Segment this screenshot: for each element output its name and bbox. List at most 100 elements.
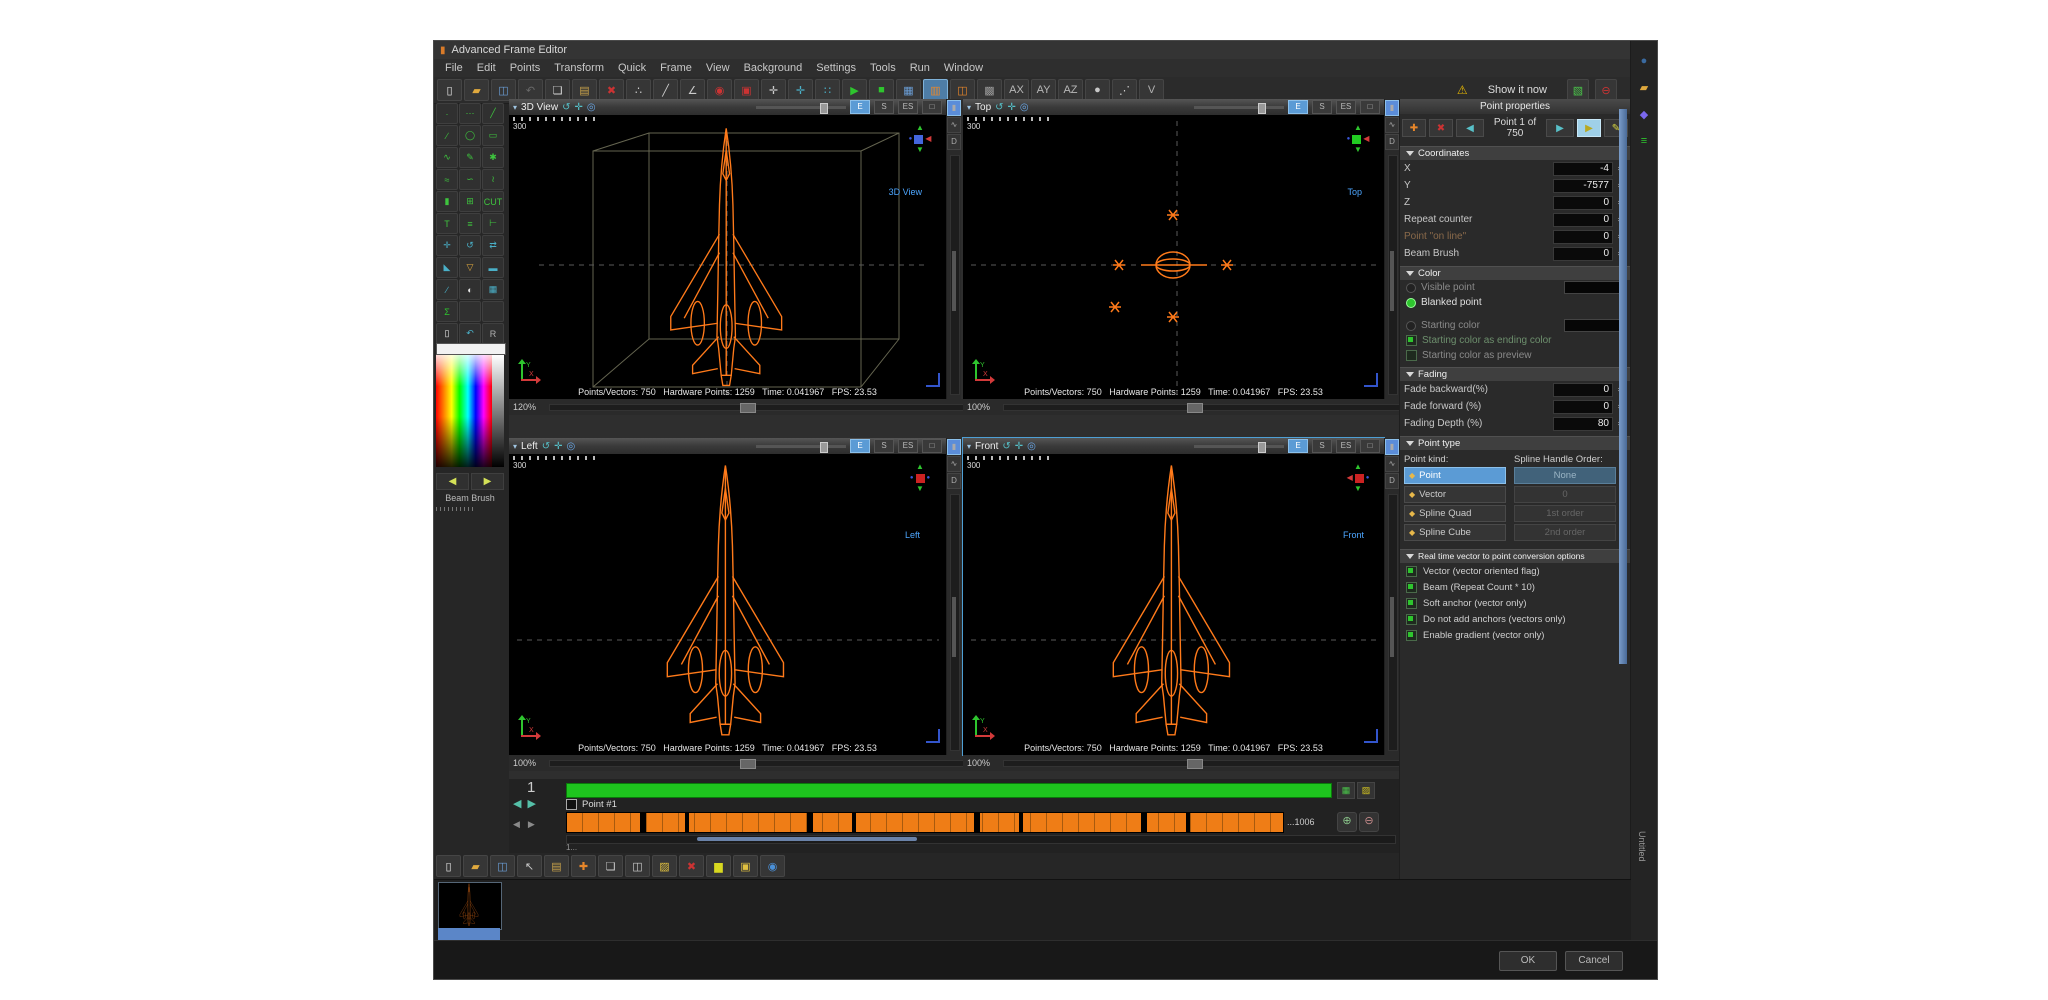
spline-quad-button[interactable]: ◆Spline Quad [1404,505,1506,522]
cancel-button[interactable]: Cancel [1565,951,1623,971]
menu-item[interactable]: Edit [470,60,503,76]
lock-frame-icon[interactable]: ▣ [733,855,758,877]
e-button[interactable]: E [1288,439,1308,453]
option-checkbox[interactable] [1406,614,1417,625]
paste-frame-icon[interactable]: ▤ [544,855,569,877]
paste-icon[interactable]: ▤ [572,79,597,101]
handle-2nd-button[interactable]: 2nd order [1514,524,1616,541]
note-frame-icon[interactable]: ▨ [652,855,677,877]
es-button[interactable]: ES [898,100,918,114]
menu-item[interactable]: File [438,60,470,76]
spray-tool[interactable]: ✱ [482,147,504,168]
lock-y-icon[interactable]: AY [1031,79,1056,101]
stop-icon[interactable]: ■ [869,79,894,101]
undo-tool[interactable]: ↶ [459,323,481,344]
polyline-tool[interactable]: ∿ [436,147,458,168]
gallery-icon[interactable]: ▰ [1631,81,1657,94]
vector-kind-button[interactable]: ◆Vector [1404,486,1506,503]
menu-item[interactable]: Quick [611,60,653,76]
page-tool[interactable]: ▯ [436,323,458,344]
menu-item[interactable]: Settings [809,60,863,76]
duplicate-frame-icon[interactable]: ◫ [625,855,650,877]
orientation-gizmo[interactable]: ▲ ●◀ ▼ [902,123,938,163]
segment-tool[interactable]: ∕ [436,125,458,146]
rotate-icon[interactable]: ↺ [562,102,570,113]
grayscale-palette[interactable] [492,355,504,467]
freehand-tool[interactable]: ✎ [459,147,481,168]
add-point-button[interactable]: ✚ [1402,119,1426,137]
spline-cube-button[interactable]: ◆Spline Cube [1404,524,1506,541]
circle-tool[interactable]: ◯ [459,125,481,146]
s-button[interactable]: S [1312,100,1332,114]
curve-edit-tool[interactable]: ∽ [459,169,481,190]
color-section-header[interactable]: Color [1400,266,1630,280]
point-track-row[interactable]: Point #1 [566,798,617,811]
display-frame-icon[interactable]: ▥ [923,79,948,101]
pan-icon[interactable]: ✛ [554,441,562,452]
es-button[interactable]: ES [1336,100,1356,114]
vector-path-icon[interactable]: ⋰ [1112,79,1137,101]
es-button[interactable]: ES [898,439,918,453]
move-tool[interactable]: ✛ [436,235,458,256]
zoom-icon[interactable]: ◎ [1027,441,1036,452]
option-checkbox[interactable] [1406,598,1417,609]
timeline-scrollbar[interactable] [566,835,1396,844]
delete-point-button[interactable]: ✖ [1429,119,1453,137]
image-tool[interactable]: ▦ [482,279,504,300]
step-prev-button[interactable]: ◀ [513,819,520,830]
lock-z-icon[interactable]: AZ [1058,79,1083,101]
draw-angle-icon[interactable]: ∠ [680,79,705,101]
line-tool[interactable]: ╱ [482,103,504,124]
timeline-green-track[interactable] [566,783,1332,798]
rotate-icon[interactable]: ↺ [995,102,1003,113]
copy-icon[interactable]: ❏ [545,79,570,101]
document-tab-label[interactable]: Untitled [1637,831,1647,862]
menu-item[interactable]: View [699,60,737,76]
viewport-3d-hscroll[interactable]: 120% [509,399,968,415]
sigma-tool[interactable]: Σ [436,301,458,322]
new-file-icon[interactable]: ▯ [437,79,462,101]
viewport-left-hscroll[interactable]: 100% [509,755,968,771]
panel-scrollbar[interactable] [1619,109,1627,664]
viewport-front-hscroll[interactable]: 100% [963,755,1406,771]
goto-current-button[interactable]: ▶ [1577,119,1601,137]
list-icon[interactable]: ≡ [1631,135,1657,147]
timeline-scroll-thumb[interactable] [697,837,917,841]
pointer-icon[interactable]: ↖ [517,855,542,877]
timeline-zoom-in-button[interactable]: ⊕ [1337,812,1357,832]
display-window-icon[interactable]: ◫ [950,79,975,101]
viewport-slider[interactable] [1194,106,1284,109]
visible-color-swatch[interactable] [1564,281,1624,294]
draw-line-icon[interactable]: ╱ [653,79,678,101]
handle-0-button[interactable]: 0 [1514,486,1616,503]
multi-point-tool[interactable]: ⋯ [459,103,481,124]
menu-item[interactable]: Tools [863,60,903,76]
conversion-section-header[interactable]: Real time vector to point conversion opt… [1400,549,1630,563]
copy-frame-icon[interactable]: ❏ [598,855,623,877]
palette-next-button[interactable]: ▶ [471,473,504,490]
hatch-tool[interactable]: ≡ [459,213,481,234]
delete-frame-icon[interactable]: ✖ [679,855,704,877]
color-frame-icon[interactable]: ▆ [706,855,731,877]
menu-item[interactable]: Run [903,60,937,76]
measure-tool[interactable]: ⊢ [482,213,504,234]
menu-item[interactable]: Frame [653,60,699,76]
rotate-icon[interactable]: ↺ [1002,441,1010,452]
viewport-top-canvas[interactable]: 300 ▲ ●◀ ▼ Top YX Points/Vectors: 750 Ha… [963,115,1384,399]
save-frame-icon[interactable]: ◫ [490,855,515,877]
viewport-front-canvas[interactable]: 300 ▲ ◀● ▼ Front YX Points/Vectors: 750 … [963,454,1384,755]
show-it-now-button[interactable]: Show it now [1474,82,1561,98]
zoom-icon[interactable]: ◎ [587,102,596,113]
viewport-front-vscroll[interactable]: ▮ ∿ D [1384,438,1399,755]
frame-thumbnail[interactable] [438,882,502,930]
maximize-button[interactable]: □ [922,100,942,114]
blackout-icon[interactable]: ⊖ [1595,79,1617,101]
maximize-button[interactable]: □ [1360,100,1380,114]
point-kind-button[interactable]: ◆Point [1404,467,1506,484]
viewport-3d-vscroll[interactable]: ▮ ∿ D [946,99,961,399]
empty[interactable] [459,301,481,322]
pan-icon[interactable]: ✛ [1015,441,1023,452]
open-frame-icon[interactable]: ▰ [463,855,488,877]
timeline-orange-track[interactable] [566,812,1284,833]
pan-icon[interactable]: ✛ [574,102,582,113]
